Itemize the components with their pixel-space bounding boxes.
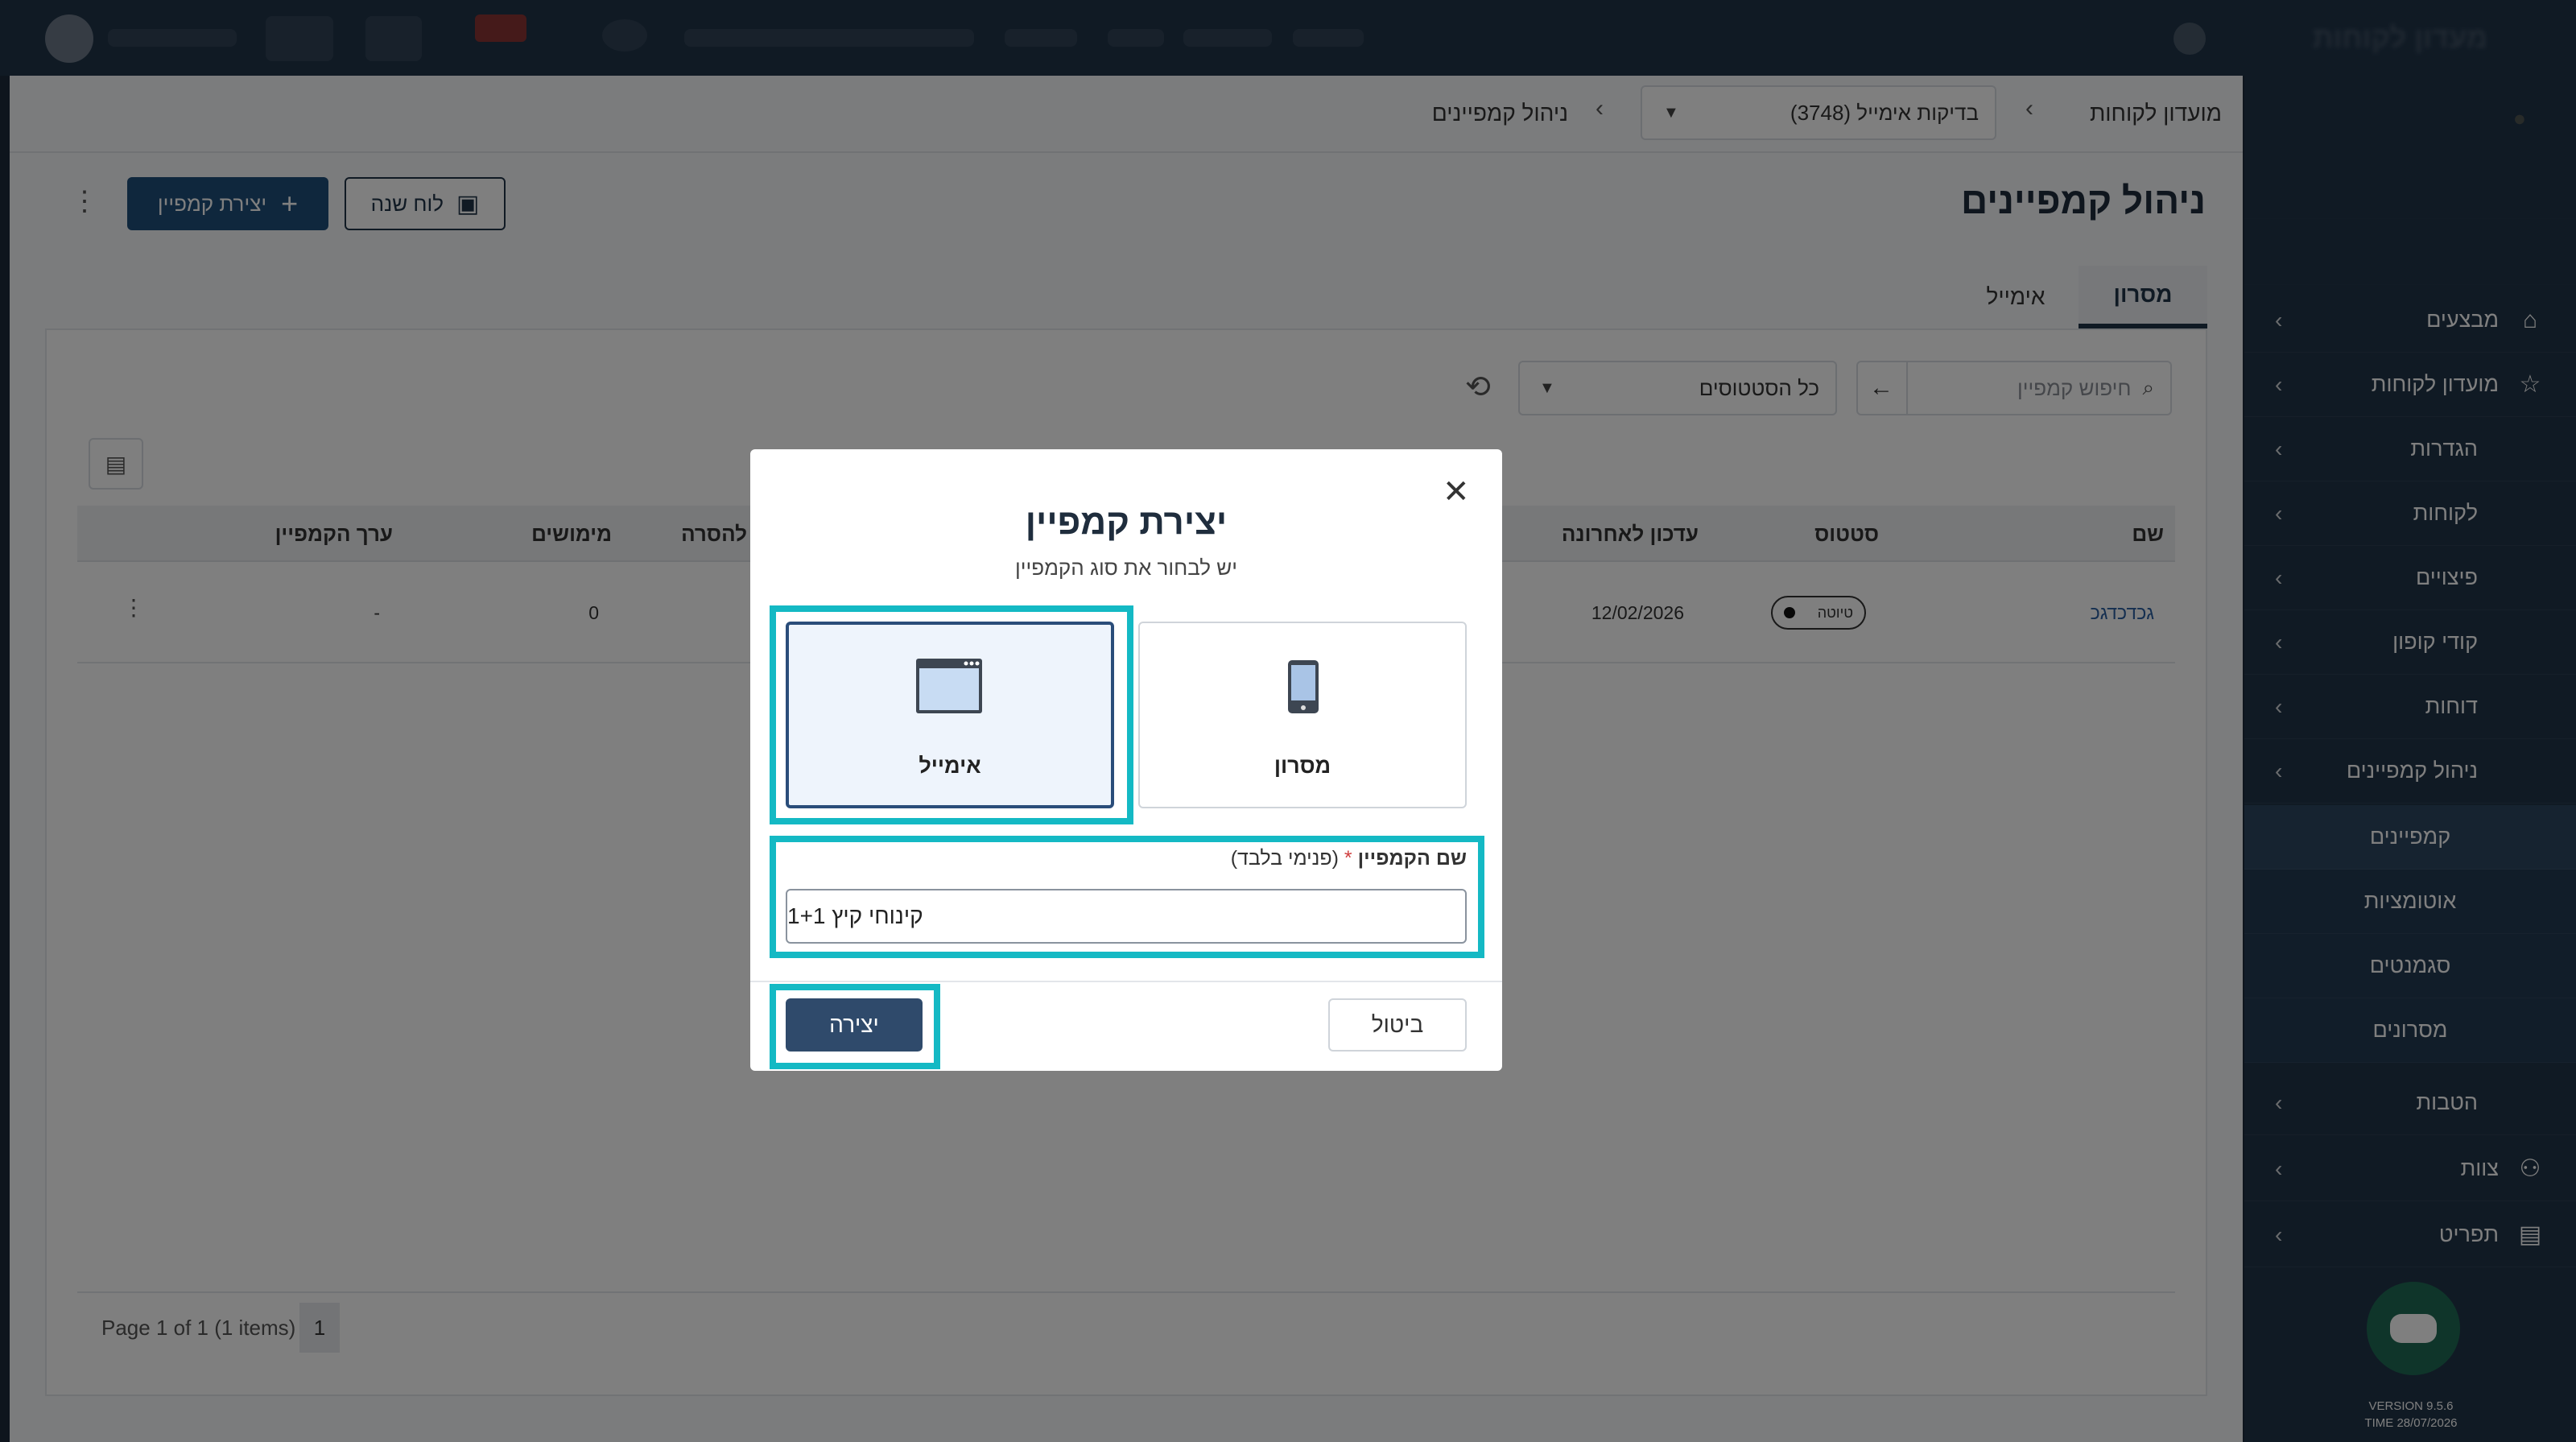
dialog-footer-divider: [750, 981, 1502, 982]
mobile-phone-icon: [1286, 659, 1320, 719]
cancel-button[interactable]: ביטול: [1328, 998, 1467, 1052]
highlight-create-button: [770, 984, 940, 1069]
highlight-campaign-name: [770, 836, 1484, 958]
dialog-subtitle: יש לבחור את סוג הקמפיין: [1014, 556, 1238, 580]
type-card-sms-label: מסרון: [1274, 754, 1331, 778]
highlight-email-card: [770, 605, 1133, 824]
dialog-title: יצירת קמפיין: [1025, 502, 1228, 542]
